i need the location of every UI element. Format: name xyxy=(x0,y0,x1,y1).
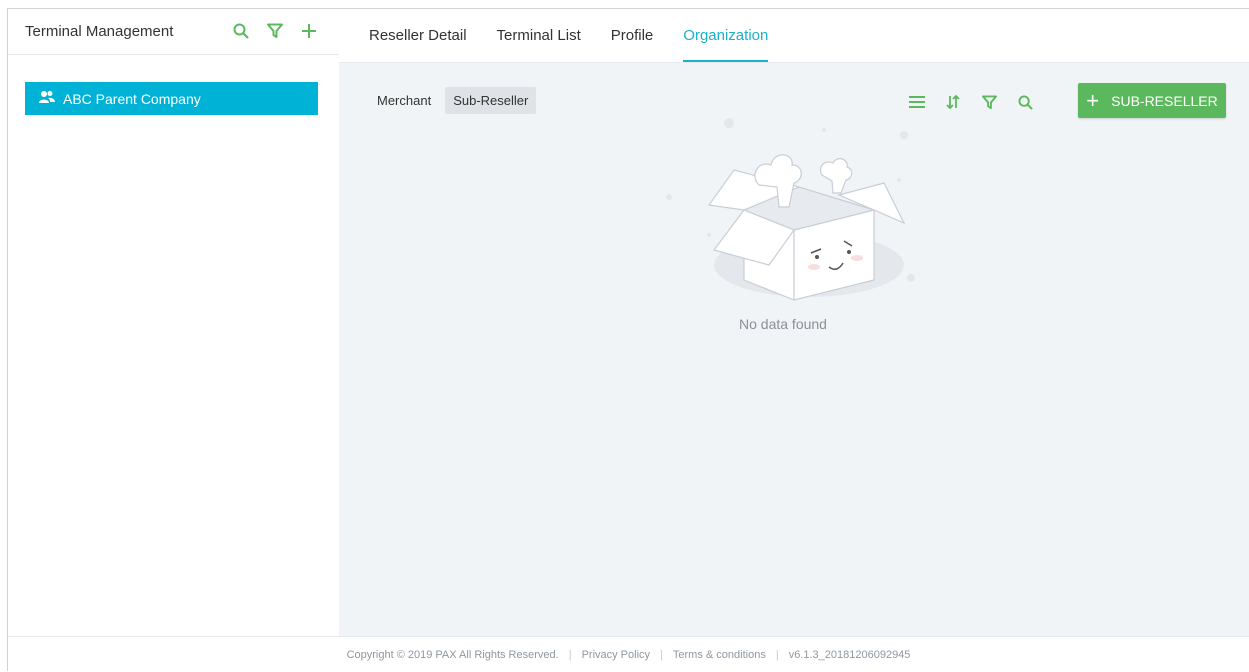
tab-profile[interactable]: Profile xyxy=(611,9,654,62)
tree-item-abc-parent-company[interactable]: ABC Parent Company xyxy=(25,82,318,115)
footer-separator: | xyxy=(660,648,663,661)
subtab-merchant[interactable]: Merchant xyxy=(369,87,439,114)
plus-icon: + xyxy=(1086,87,1100,113)
add-icon[interactable] xyxy=(299,21,319,41)
footer-copyright: Copyright © 2019 PAX All Rights Reserved… xyxy=(346,648,559,661)
subtab-sub-reseller[interactable]: Sub-Reseller xyxy=(445,87,537,114)
footer-separator: | xyxy=(568,648,572,661)
main-content: Merchant Sub-Reseller + SUB-RESELLER No … xyxy=(339,63,1249,636)
users-icon xyxy=(39,90,55,107)
footer-separator: | xyxy=(775,648,779,661)
filter-icon[interactable] xyxy=(265,21,285,41)
list-icon[interactable] xyxy=(907,92,927,112)
panel-title: Terminal Management xyxy=(25,23,174,40)
add-button-label: SUB-RESELLER xyxy=(1111,92,1218,109)
top-tabs-bar: Reseller Detail Terminal List Profile Or… xyxy=(339,9,1249,63)
empty-box-illustration xyxy=(666,118,915,301)
list-toolbar xyxy=(907,92,1035,112)
tree-item-label: ABC Parent Company xyxy=(63,90,201,107)
left-panel-tree: ABC Parent Company xyxy=(8,55,340,636)
search-icon[interactable] xyxy=(1015,92,1035,112)
footer-terms-link[interactable]: Terms & conditions xyxy=(673,649,766,661)
subtabs: Merchant Sub-Reseller xyxy=(369,87,542,114)
tab-reseller-detail[interactable]: Reseller Detail xyxy=(369,9,467,62)
footer: Copyright © 2019 PAX All Rights Reserved… xyxy=(8,636,1249,672)
footer-version: v6.1.3_20181206092945 xyxy=(788,648,911,661)
tabs: Reseller Detail Terminal List Profile Or… xyxy=(369,9,798,62)
left-panel-actions xyxy=(231,21,319,41)
sort-icon[interactable] xyxy=(943,92,963,112)
footer-privacy-link[interactable]: Privacy Policy xyxy=(582,649,650,661)
add-sub-reseller-button[interactable]: + SUB-RESELLER xyxy=(1078,83,1226,118)
tab-terminal-list[interactable]: Terminal List xyxy=(497,9,581,62)
tab-organization[interactable]: Organization xyxy=(683,9,769,62)
empty-state-message: No data found xyxy=(739,316,827,332)
search-icon[interactable] xyxy=(231,21,251,41)
filter-icon[interactable] xyxy=(979,92,999,112)
left-panel-header: Terminal Management xyxy=(8,9,339,55)
